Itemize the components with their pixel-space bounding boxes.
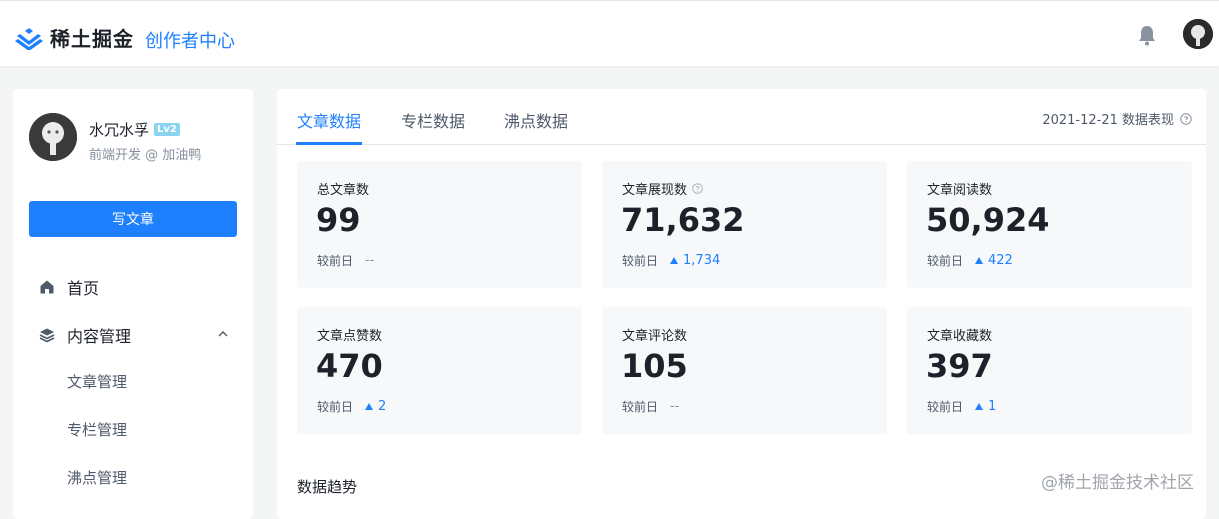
stat-compare: 较前日 2 <box>317 398 386 415</box>
data-trend-heading: 数据趋势 <box>297 478 358 496</box>
juejin-logo[interactable]: 稀土掘金 <box>14 23 134 52</box>
sidebar-item-content-management[interactable]: 内容管理 <box>39 323 131 347</box>
avatar-image <box>29 113 77 161</box>
stat-label: 文章收藏数 <box>927 329 993 344</box>
top-navbar: 稀土掘金 创作者中心 <box>0 0 1219 66</box>
level-badge: Lv2 <box>154 123 180 136</box>
stat-delta: 1,734 <box>670 253 720 268</box>
stat-delta: -- <box>365 253 375 268</box>
write-article-button[interactable]: 写文章 <box>29 201 237 237</box>
stat-label: 文章评论数 <box>622 329 688 344</box>
user-name[interactable]: 水冗水孚 Lv2 <box>89 119 180 140</box>
watermark: @稀土掘金技术社区 <box>1041 473 1194 493</box>
avatar-image <box>1183 19 1213 49</box>
sidebar: 水冗水孚 Lv2 前端开发 @ 加油鸭 写文章 首页 内容管理 文章管理 专栏管… <box>13 89 253 519</box>
help-icon[interactable] <box>1180 112 1192 125</box>
stat-compare: 较前日 -- <box>317 252 374 269</box>
date-performance: 2021-12-21 数据表现 <box>1042 109 1192 128</box>
compare-label: 较前日 <box>927 400 964 414</box>
stat-compare: 较前日 422 <box>927 252 1013 269</box>
stat-delta: 1 <box>975 399 996 414</box>
layers-icon <box>39 328 55 343</box>
up-arrow-icon <box>670 257 679 264</box>
tab-pin-data[interactable]: 沸点数据 <box>504 108 568 132</box>
stat-compare: 较前日 -- <box>622 398 679 415</box>
up-arrow-icon <box>975 403 984 410</box>
sidebar-subitem-article-management[interactable]: 文章管理 <box>67 371 127 392</box>
sidebar-subitem-column-management[interactable]: 专栏管理 <box>67 419 127 440</box>
tab-column-data[interactable]: 专栏数据 <box>401 108 465 132</box>
stat-card-article-impressions: 文章展现数 71,632 较前日 1,734 <box>602 161 887 288</box>
logo-text: 稀土掘金 <box>50 27 134 51</box>
user-description: 前端开发 @ 加油鸭 <box>89 148 202 163</box>
stat-label: 文章点赞数 <box>317 329 383 344</box>
juejin-logo-icon <box>15 27 43 50</box>
active-tab-indicator <box>296 142 362 145</box>
stat-delta: 2 <box>365 399 386 414</box>
compare-label: 较前日 <box>317 254 354 268</box>
data-tabs: 文章数据 专栏数据 沸点数据 2021-12-21 数据表现 <box>277 89 1206 145</box>
user-name-text: 水冗水孚 <box>89 121 150 139</box>
stat-delta: -- <box>670 399 680 414</box>
stat-label: 总文章数 <box>317 183 370 198</box>
help-icon[interactable] <box>692 183 703 194</box>
home-icon <box>40 280 54 294</box>
stat-compare: 较前日 1 <box>927 398 996 415</box>
stat-value: 99 <box>316 201 361 239</box>
user-avatar[interactable] <box>29 113 77 161</box>
main-panel: 文章数据 专栏数据 沸点数据 2021-12-21 数据表现 总文章数 99 较… <box>277 89 1206 519</box>
stat-value: 470 <box>316 347 383 385</box>
stat-value: 71,632 <box>621 201 745 239</box>
up-arrow-icon <box>975 257 984 264</box>
stat-label: 文章阅读数 <box>927 183 993 198</box>
creator-center-title[interactable]: 创作者中心 <box>145 27 235 53</box>
stat-card-article-favorites: 文章收藏数 397 较前日 1 <box>907 307 1192 434</box>
stat-delta: 422 <box>975 253 1013 268</box>
stat-card-article-likes: 文章点赞数 470 较前日 2 <box>297 307 582 434</box>
tab-article-data[interactable]: 文章数据 <box>297 108 361 132</box>
stat-value: 50,924 <box>926 201 1050 239</box>
chevron-up-icon[interactable] <box>217 328 229 340</box>
stat-value: 105 <box>621 347 688 385</box>
stat-card-total-articles: 总文章数 99 较前日 -- <box>297 161 582 288</box>
sidebar-item-label: 内容管理 <box>67 327 132 346</box>
compare-label: 较前日 <box>622 254 659 268</box>
stat-card-article-comments: 文章评论数 105 较前日 -- <box>602 307 887 434</box>
compare-label: 较前日 <box>622 400 659 414</box>
up-arrow-icon <box>365 403 374 410</box>
bell-icon[interactable] <box>1135 23 1159 47</box>
sidebar-item-label: 首页 <box>67 279 100 298</box>
compare-label: 较前日 <box>317 400 354 414</box>
user-avatar-top[interactable] <box>1183 19 1213 49</box>
compare-label: 较前日 <box>927 254 964 268</box>
stat-compare: 较前日 1,734 <box>622 252 720 269</box>
sidebar-subitem-pin-management[interactable]: 沸点管理 <box>67 467 127 488</box>
stat-label: 文章展现数 <box>622 179 703 198</box>
stat-card-article-reads: 文章阅读数 50,924 较前日 422 <box>907 161 1192 288</box>
date-performance-text: 2021-12-21 数据表现 <box>1042 113 1174 128</box>
stat-value: 397 <box>926 347 993 385</box>
sidebar-item-home[interactable]: 首页 <box>39 275 99 299</box>
